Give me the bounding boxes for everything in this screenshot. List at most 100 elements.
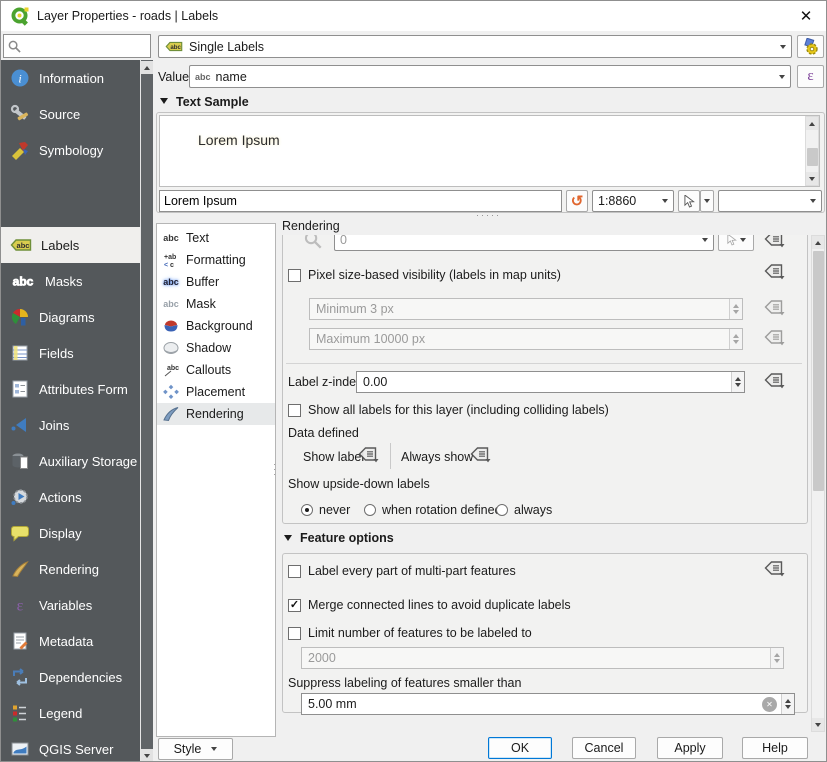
- sidebar-item-metadata[interactable]: Metadata: [1, 623, 140, 659]
- apply-button[interactable]: Apply: [657, 737, 723, 759]
- tab-buffer[interactable]: abcBuffer: [157, 271, 275, 293]
- preview-text: Lorem Ipsum: [198, 132, 280, 148]
- tab-formatting[interactable]: +ab< cFormatting: [157, 249, 275, 271]
- tab-background[interactable]: Background: [157, 315, 275, 337]
- show-all-labels-checkbox[interactable]: [288, 404, 301, 417]
- preview-scroll-up[interactable]: [806, 117, 818, 130]
- tab-callouts[interactable]: abcCallouts: [157, 359, 275, 381]
- preview-scroll-down[interactable]: [806, 172, 818, 185]
- maximum-scale-combo[interactable]: 0: [334, 235, 714, 251]
- limit-features-checkbox[interactable]: [288, 627, 301, 640]
- search-input[interactable]: [25, 39, 135, 53]
- svg-text:abc: abc: [17, 241, 30, 250]
- radio-always[interactable]: [496, 504, 508, 516]
- epsilon-icon: ε: [807, 68, 813, 85]
- sidebar-item-qgis-server[interactable]: QGIS Server: [1, 731, 140, 762]
- sidebar-item-attributes-form[interactable]: Attributes Form: [1, 371, 140, 407]
- sidebar-item-display[interactable]: Display: [1, 515, 140, 551]
- feature-options-collapse-icon[interactable]: [284, 535, 292, 541]
- data-defined-override-icon[interactable]: [764, 372, 785, 389]
- set-scale-from-map-button[interactable]: [678, 190, 700, 212]
- sidebar-item-fields[interactable]: Fields: [1, 335, 140, 371]
- panel-splitter-handle[interactable]: ···: [273, 463, 277, 478]
- preview-background-combo[interactable]: [718, 190, 822, 212]
- radio-when-rotation-defined[interactable]: [364, 504, 376, 516]
- preview-scrollbar[interactable]: [805, 116, 819, 186]
- panel-scroll-up[interactable]: [812, 236, 824, 249]
- fields-icon: [10, 343, 30, 363]
- sidebar-item-diagrams[interactable]: Diagrams: [1, 299, 140, 335]
- reset-sample-button[interactable]: ↺: [566, 190, 588, 212]
- sidebar-item-source[interactable]: Source: [1, 96, 140, 132]
- data-defined-override-icon[interactable]: [764, 329, 785, 346]
- sidebar-item-rendering[interactable]: Rendering: [1, 551, 140, 587]
- scale-from-canvas-button[interactable]: [718, 235, 754, 251]
- sidebar-item-legend[interactable]: Legend: [1, 695, 140, 731]
- text-sample-collapse-icon[interactable]: [160, 98, 168, 104]
- sidebar-item-joins[interactable]: Joins: [1, 407, 140, 443]
- tab-shadow[interactable]: Shadow: [157, 337, 275, 359]
- sidebar-item-auxiliary-storage[interactable]: Auxiliary Storage: [1, 443, 140, 479]
- sidebar-item-information[interactable]: iInformation: [1, 60, 140, 96]
- label-settings-tabs: abcText +ab< cFormatting abcBuffer abcMa…: [156, 223, 276, 737]
- tab-placement[interactable]: Placement: [157, 381, 275, 403]
- min-pixel-size-spinbox[interactable]: Minimum 3 px: [309, 298, 743, 320]
- map-cursor-dropdown[interactable]: [700, 190, 714, 212]
- data-defined-override-icon[interactable]: [764, 560, 785, 577]
- panel-scrollbar[interactable]: [811, 235, 825, 732]
- sidebar-item-labels[interactable]: abcLabels: [1, 227, 140, 263]
- max-pixel-size-value: Maximum 10000 px: [316, 332, 725, 346]
- splitter-handle[interactable]: ·····: [476, 213, 501, 217]
- expression-builder-button[interactable]: ε: [797, 65, 824, 88]
- value-field-combo[interactable]: abc name: [189, 65, 791, 88]
- sample-text-input[interactable]: [164, 194, 557, 208]
- sidebar-item-variables[interactable]: εVariables: [1, 587, 140, 623]
- preview-scale-combo[interactable]: 1:8860: [592, 190, 674, 212]
- limit-features-spinbox[interactable]: 2000: [301, 647, 784, 669]
- style-button[interactable]: Style: [158, 738, 233, 760]
- data-defined-override-icon[interactable]: [764, 263, 785, 280]
- data-defined-override-icon[interactable]: [358, 446, 379, 463]
- upside-down-label: Show upside-down labels: [288, 477, 430, 491]
- panel-scroll-down[interactable]: [812, 718, 824, 731]
- automated-placement-button[interactable]: [797, 35, 824, 58]
- diagrams-icon: [10, 307, 30, 327]
- search-box[interactable]: [3, 34, 151, 58]
- map-cursor-icon: [727, 235, 737, 246]
- merge-lines-checkbox[interactable]: ✓: [288, 599, 301, 612]
- ok-button[interactable]: OK: [488, 737, 552, 759]
- sidebar-scroll-down[interactable]: [141, 749, 153, 762]
- data-defined-override-icon[interactable]: [470, 446, 491, 463]
- data-defined-override-icon[interactable]: [764, 299, 785, 316]
- masks-icon: abc: [10, 273, 36, 289]
- suppress-size-spinbox[interactable]: 5.00 mm ✕: [301, 693, 795, 715]
- tab-mask[interactable]: abcMask: [157, 293, 275, 315]
- sidebar-scrollbar[interactable]: [140, 60, 153, 762]
- wrench-icon: [10, 104, 30, 124]
- map-cursor-icon: [684, 195, 695, 208]
- z-index-spinbox[interactable]: 0.00: [356, 371, 745, 393]
- clear-field-icon[interactable]: ✕: [762, 697, 777, 712]
- multipart-checkbox[interactable]: [288, 565, 301, 578]
- search-icon: [8, 40, 21, 53]
- label-mode-combo[interactable]: abc Single Labels: [158, 35, 792, 58]
- data-defined-label: Data defined: [288, 426, 359, 440]
- pixel-visibility-checkbox[interactable]: [288, 269, 301, 282]
- auxiliary-storage-icon: [10, 451, 30, 471]
- sidebar-item-dependencies[interactable]: Dependencies: [1, 659, 140, 695]
- cancel-button[interactable]: Cancel: [572, 737, 636, 759]
- help-button[interactable]: Help: [742, 737, 808, 759]
- max-pixel-size-spinbox[interactable]: Maximum 10000 px: [309, 328, 743, 350]
- sidebar-item-symbology[interactable]: Symbology: [1, 132, 140, 168]
- close-icon[interactable]: ✕: [793, 7, 819, 25]
- sidebar-scroll-up[interactable]: [141, 61, 153, 74]
- tab-rendering[interactable]: Rendering: [157, 403, 275, 425]
- placement-icon: [162, 384, 180, 400]
- sidebar-item-masks[interactable]: abcMasks: [1, 263, 140, 299]
- labels-tag-icon: abc: [10, 237, 32, 253]
- tab-text[interactable]: abcText: [157, 227, 275, 249]
- merge-lines-label: Merge connected lines to avoid duplicate…: [308, 598, 571, 612]
- radio-never[interactable]: [301, 504, 313, 516]
- data-defined-override-icon[interactable]: [764, 235, 785, 248]
- sidebar-item-actions[interactable]: Actions: [1, 479, 140, 515]
